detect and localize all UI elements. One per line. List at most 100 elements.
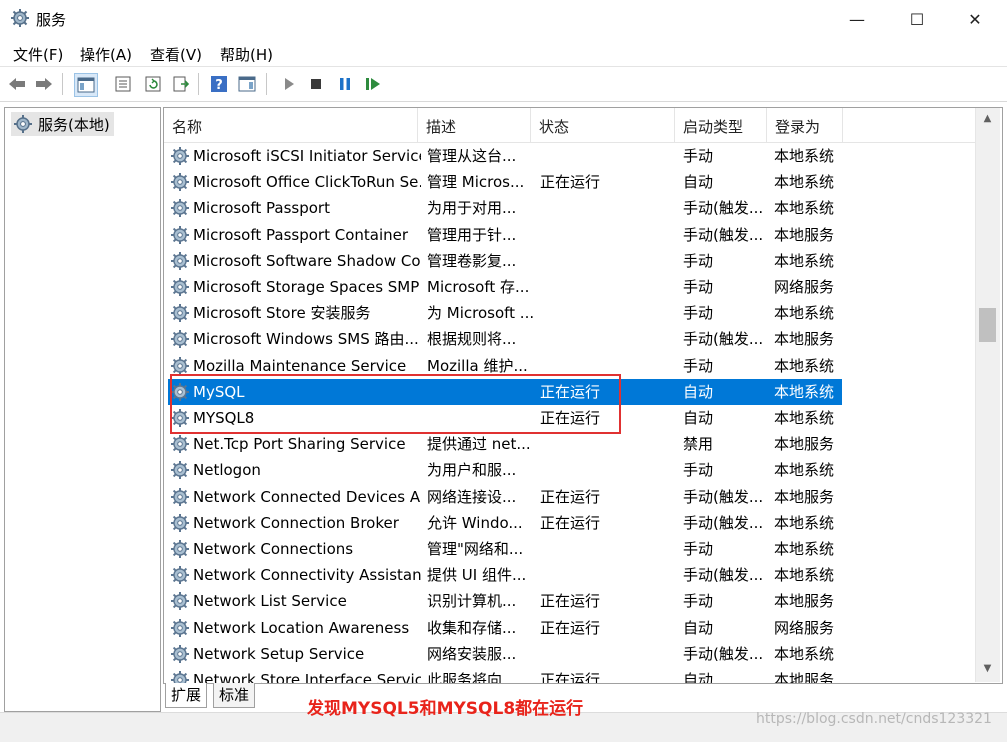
restart-service-icon[interactable]	[362, 73, 384, 95]
minimize-button[interactable]: —	[834, 0, 880, 38]
svg-text:?: ?	[215, 78, 223, 93]
service-status	[540, 222, 670, 248]
column-header-status[interactable]: 状态	[531, 108, 675, 142]
scrollbar-thumb[interactable]	[979, 308, 996, 342]
service-status: 正在运行	[540, 618, 601, 637]
service-description: 为用户和服...	[427, 461, 517, 480]
stop-service-icon[interactable]	[305, 73, 327, 95]
service-row[interactable]: Network List Service 识别计算机... 正在运行 手动 本地服务	[168, 588, 842, 614]
pause-service-icon[interactable]	[334, 73, 356, 95]
service-row[interactable]: Network Location Awareness 收集和存储... 正在运行 自动…	[168, 615, 842, 641]
service-description: 为用于对用...	[427, 199, 517, 218]
service-row[interactable]: Network Connected Devices A... 网络连接设... 正在…	[168, 484, 842, 510]
export-list-icon[interactable]	[170, 73, 192, 95]
show-console-tree-icon[interactable]	[74, 73, 98, 97]
service-gear-icon	[170, 460, 190, 480]
tab-extended[interactable]: 扩展	[165, 683, 208, 708]
service-status	[540, 248, 670, 274]
service-description: 根据规则将...	[427, 330, 517, 349]
service-description: 管理用于针...	[427, 225, 517, 244]
service-startup-type: 自动	[683, 382, 714, 401]
column-header-startup-type[interactable]: 启动类型	[675, 108, 767, 142]
service-status	[540, 300, 670, 326]
start-service-icon[interactable]	[278, 73, 300, 95]
forward-icon[interactable]	[33, 73, 55, 95]
service-gear-icon	[170, 277, 190, 297]
service-name: Network Connectivity Assistant	[193, 566, 421, 585]
service-row[interactable]: Netlogon 为用户和服... 手动 本地系统	[168, 457, 842, 483]
service-status	[540, 457, 670, 483]
service-description: 允许 Windo...	[427, 513, 523, 532]
service-gear-icon	[170, 513, 190, 533]
service-status	[540, 431, 670, 457]
vertical-scrollbar[interactable]	[975, 108, 1000, 682]
service-logon-as: 本地服务	[774, 330, 835, 349]
tree-item-services-local[interactable]: 服务(本地)	[11, 112, 114, 136]
service-startup-type: 手动(触发...	[683, 644, 764, 663]
service-name: Netlogon	[193, 461, 261, 480]
properties-icon[interactable]	[112, 73, 134, 95]
service-row[interactable]: Microsoft Passport 为用于对用... 手动(触发... 本地系统	[168, 195, 842, 221]
service-startup-type: 手动	[683, 304, 714, 323]
service-row[interactable]: Microsoft Storage Spaces SMP Microsoft 存.…	[168, 274, 842, 300]
tree-item-label: 服务(本地)	[38, 115, 110, 134]
service-row[interactable]: Network Connections 管理"网络和... 手动 本地系统	[168, 536, 842, 562]
service-name: Network Connection Broker	[193, 513, 399, 532]
service-name: Network Connected Devices A...	[193, 487, 421, 506]
services-gear-icon	[10, 8, 30, 28]
service-logon-as: 本地服务	[774, 671, 835, 684]
service-logon-as: 本地服务	[774, 592, 835, 611]
menu-action[interactable]: 操作(A)	[80, 44, 132, 65]
service-row[interactable]: Net.Tcp Port Sharing Service 提供通过 net... 禁…	[168, 431, 842, 457]
refresh-icon[interactable]	[142, 73, 164, 95]
service-row[interactable]: Microsoft iSCSI Initiator Service 管理从这台..…	[168, 143, 842, 169]
service-status	[540, 326, 670, 352]
service-name: Net.Tcp Port Sharing Service	[193, 435, 406, 454]
service-description: 为 Microsoft ...	[427, 304, 535, 323]
maximize-button[interactable]: ☐	[894, 0, 940, 38]
menu-view[interactable]: 查看(V)	[150, 44, 202, 65]
service-row[interactable]: Network Connection Broker 允许 Windo... 正在运行…	[168, 510, 842, 536]
menu-help[interactable]: 帮助(H)	[220, 44, 273, 65]
service-name: Microsoft Windows SMS 路由...	[193, 330, 419, 349]
service-name: Network List Service	[193, 592, 347, 611]
service-name: Microsoft Storage Spaces SMP	[193, 278, 420, 296]
scroll-down-icon[interactable]: ▼	[979, 660, 996, 677]
service-name: Microsoft Passport	[193, 199, 330, 218]
service-gear-icon	[170, 618, 190, 638]
service-name: Microsoft Store 安装服务	[193, 304, 371, 323]
service-name: Microsoft Software Shadow Co...	[193, 251, 421, 270]
service-row[interactable]: Network Setup Service 网络安装服... 手动(触发... 本地系…	[168, 641, 842, 667]
service-startup-type: 手动(触发...	[683, 487, 764, 506]
console-tree: 服务(本地)	[4, 107, 161, 712]
service-row[interactable]: Microsoft Passport Container 管理用于针... 手动(触…	[168, 222, 842, 248]
column-header-description[interactable]: 描述	[418, 108, 531, 142]
close-button[interactable]: ✕	[952, 0, 998, 38]
service-row[interactable]: Microsoft Windows SMS 路由... 根据规则将... 手动(触发…	[168, 326, 842, 352]
tab-standard[interactable]: 标准	[213, 683, 256, 708]
service-gear-icon	[170, 565, 190, 585]
help-icon[interactable]: ?	[208, 73, 230, 95]
service-row[interactable]: Microsoft Store 安装服务 为 Microsoft ... 手动 本地系…	[168, 300, 842, 326]
service-name: Microsoft Office ClickToRun Se...	[193, 173, 421, 192]
service-description: 识别计算机...	[427, 592, 517, 611]
menu-file[interactable]: 文件(F)	[13, 44, 63, 65]
service-row[interactable]: Network Connectivity Assistant 提供 UI 组件..…	[168, 562, 842, 588]
service-status: 正在运行	[540, 513, 601, 532]
service-logon-as: 本地系统	[774, 251, 835, 270]
service-logon-as: 本地系统	[774, 461, 835, 480]
service-gear-icon	[170, 251, 190, 271]
service-row[interactable]: Microsoft Office ClickToRun Se... 管理 Micr…	[168, 169, 842, 195]
service-status: 正在运行	[540, 173, 601, 192]
service-status	[540, 274, 670, 300]
service-description: 收集和存储...	[427, 618, 517, 637]
show-action-pane-icon[interactable]	[236, 73, 258, 95]
service-startup-type: 手动(触发...	[683, 225, 764, 244]
back-icon[interactable]	[6, 73, 28, 95]
service-row[interactable]: Microsoft Software Shadow Co... 管理卷影复... 手…	[168, 248, 842, 274]
column-header-logon-as[interactable]: 登录为	[767, 108, 843, 142]
scroll-up-icon[interactable]: ▲	[979, 110, 996, 127]
service-name: Network Location Awareness	[193, 618, 410, 637]
service-startup-type: 手动	[683, 540, 714, 558]
service-gear-icon	[170, 198, 190, 218]
